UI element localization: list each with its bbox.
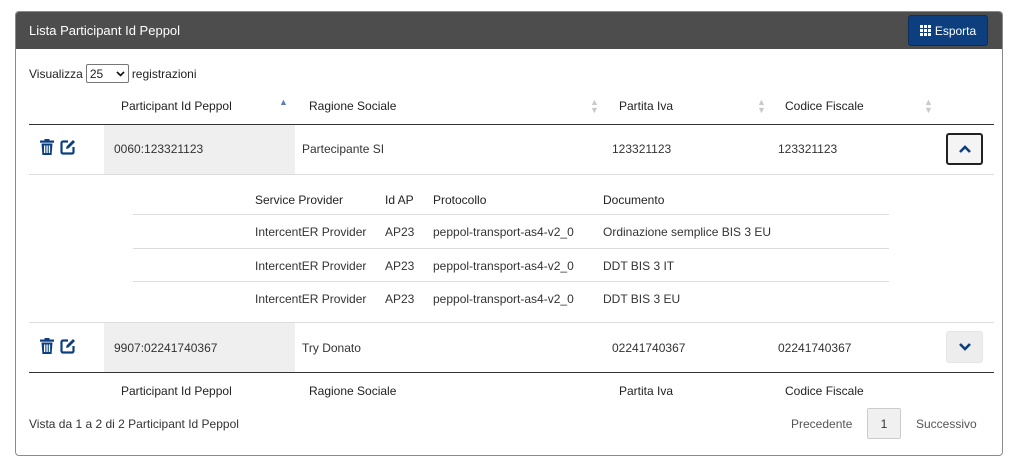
- footer-header-codice-fiscale: Codice Fiscale: [785, 384, 864, 398]
- sort-both-icon[interactable]: ▲ ▼: [590, 98, 599, 115]
- column-header-ragione-sociale[interactable]: Ragione Sociale: [309, 99, 396, 113]
- trash-icon[interactable]: [40, 139, 54, 155]
- detail-documento: DDT BIS 3 EU: [603, 292, 681, 306]
- sort-asc-icon[interactable]: ▲: [279, 98, 288, 107]
- partita-iva-cell: 02241740367: [612, 341, 686, 355]
- column-header-codice-fiscale[interactable]: Codice Fiscale: [785, 99, 864, 113]
- panel-title: Lista Participant Id Peppol: [29, 23, 181, 38]
- detail-header-service-provider: Service Provider: [255, 193, 344, 207]
- detail-id-ap: AP23: [385, 292, 415, 306]
- footer-divider: [29, 372, 994, 373]
- table-row: 0060:123321123 Partecipante SI 123321123…: [29, 125, 994, 174]
- column-header-participant-id[interactable]: Participant Id Peppol: [121, 99, 232, 113]
- sort-both-icon[interactable]: ▲ ▼: [757, 98, 766, 115]
- pagination-page-1[interactable]: 1: [867, 408, 901, 439]
- footer-header-partita-iva: Partita Iva: [619, 384, 674, 398]
- table-info: Vista da 1 a 2 di 2 Participant Id Peppo…: [29, 417, 239, 431]
- chevron-down-icon: [116, 70, 125, 77]
- ragione-sociale-cell: Try Donato: [302, 341, 361, 355]
- footer-header-ragione-sociale: Ragione Sociale: [309, 384, 397, 398]
- detail-id-ap: AP23: [385, 259, 415, 273]
- participant-id-value: 0060:123321123: [114, 142, 204, 156]
- detail-documento: DDT BIS 3 IT: [603, 259, 675, 273]
- expand-row-button[interactable]: [946, 331, 983, 363]
- chevron-up-icon: [958, 145, 971, 153]
- row-divider: [29, 174, 994, 175]
- detail-header-protocollo: Protocollo: [433, 193, 487, 207]
- length-prefix: Visualizza: [29, 66, 83, 81]
- collapse-row-button[interactable]: [946, 133, 983, 165]
- detail-id-ap: AP23: [385, 225, 415, 239]
- codice-fiscale-cell: 02241740367: [778, 341, 852, 355]
- codice-fiscale-cell: 123321123: [778, 142, 838, 156]
- table-row: 9907:02241740367 Try Donato 02241740367 …: [29, 323, 994, 372]
- detail-header-id-ap: Id AP: [385, 193, 414, 207]
- ragione-sociale-cell: Partecipante SI: [302, 142, 385, 156]
- length-control: Visualizza 25 registrazioni: [29, 64, 197, 83]
- export-button[interactable]: Esporta: [908, 15, 988, 46]
- column-header-partita-iva[interactable]: Partita Iva: [619, 99, 673, 113]
- chevron-down-icon: [958, 343, 971, 351]
- detail-service-provider: IntercentER Provider: [255, 225, 367, 239]
- detail-divider: [133, 214, 889, 215]
- grid-icon: [919, 25, 931, 36]
- edit-icon[interactable]: [60, 338, 76, 354]
- detail-service-provider: IntercentER Provider: [255, 259, 367, 273]
- page-length-select[interactable]: 25: [85, 64, 129, 83]
- detail-header-documento: Documento: [603, 193, 665, 207]
- detail-protocollo: peppol-transport-as4-v2_0: [433, 225, 574, 239]
- partita-iva-cell: 123321123: [612, 142, 672, 156]
- export-label: Esporta: [934, 23, 977, 38]
- participant-id-cell: 9907:02241740367: [104, 323, 295, 372]
- sort-both-icon[interactable]: ▲ ▼: [924, 98, 933, 115]
- detail-protocollo: peppol-transport-as4-v2_0: [433, 259, 574, 273]
- participant-list-panel: Lista Participant Id Peppol Esporta Visu…: [15, 11, 1003, 456]
- participant-id-cell: 0060:123321123: [104, 125, 295, 174]
- detail-service-provider: IntercentER Provider: [255, 292, 367, 306]
- detail-divider: [133, 248, 889, 249]
- page-length-value: 25: [89, 66, 104, 81]
- detail-divider: [133, 281, 889, 282]
- footer-header-participant-id: Participant Id Peppol: [121, 384, 232, 398]
- length-suffix: registrazioni: [131, 66, 197, 81]
- detail-protocollo: peppol-transport-as4-v2_0: [433, 292, 574, 306]
- panel-header: Lista Participant Id Peppol Esporta: [16, 12, 1002, 49]
- participant-id-value: 9907:02241740367: [114, 341, 218, 355]
- edit-icon[interactable]: [60, 139, 76, 155]
- pagination-next[interactable]: Successivo: [916, 408, 977, 439]
- detail-documento: Ordinazione semplice BIS 3 EU: [603, 225, 772, 239]
- trash-icon[interactable]: [40, 338, 54, 354]
- pagination-previous[interactable]: Precedente: [791, 408, 852, 439]
